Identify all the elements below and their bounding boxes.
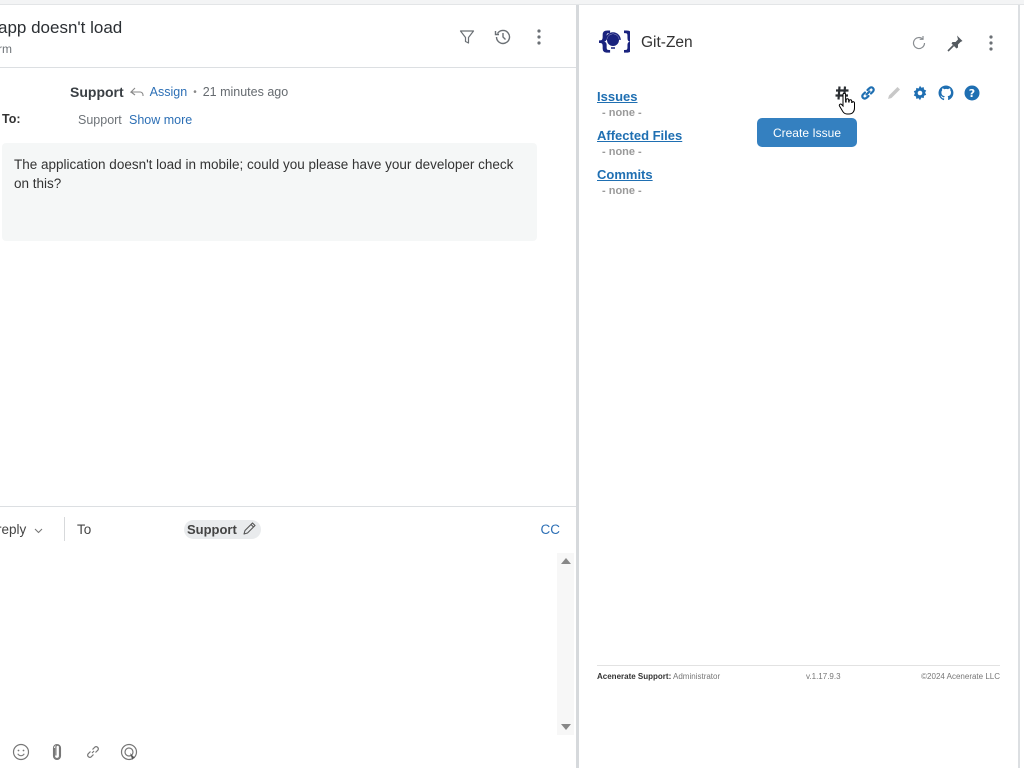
footer-user: Acenerate Support: Administrator: [597, 672, 720, 681]
scroll-down-arrow[interactable]: [561, 724, 571, 730]
show-more-link[interactable]: Show more: [129, 113, 192, 127]
recipient-chip[interactable]: Support: [184, 520, 261, 539]
issues-empty: - none -: [602, 107, 642, 119]
divider: [64, 517, 65, 541]
reply-type-label: reply: [0, 522, 27, 537]
git-zen-panel: { } Git-Zen Issues - none - Affected Fil…: [579, 5, 1019, 768]
editor-scrollbar[interactable]: [557, 553, 574, 735]
reply-type-dropdown[interactable]: reply: [0, 522, 43, 537]
recipient-name: Support: [187, 522, 237, 537]
commits-empty: - none -: [602, 185, 642, 197]
ticket-title: app doesn't load: [0, 18, 123, 37]
affected-files-link[interactable]: Affected Files: [597, 128, 682, 143]
footer-version: v.1.17.9.3: [806, 672, 841, 681]
ticket-header: app doesn't load rm: [0, 5, 576, 68]
reply-arrow-icon: [129, 85, 144, 100]
create-issue-button[interactable]: Create Issue: [757, 118, 857, 147]
affected-files-empty: - none -: [602, 146, 642, 158]
compose-toolbar: [12, 743, 138, 761]
hash-icon[interactable]: [833, 84, 851, 102]
ticket-panel: app doesn't load rm Support Assign • 21 …: [0, 5, 576, 768]
refresh-icon[interactable]: [909, 33, 929, 53]
message-meta: Support Assign • 21 minutes ago: [70, 84, 288, 100]
cc-link[interactable]: CC: [541, 522, 561, 537]
right-edge-border: [1018, 5, 1020, 768]
svg-text:?: ?: [969, 87, 975, 100]
link-icon[interactable]: [84, 743, 102, 761]
link-icon[interactable]: [859, 84, 877, 102]
footer-role: Administrator: [673, 672, 721, 681]
pin-icon[interactable]: [945, 33, 965, 53]
assign-link[interactable]: Assign: [150, 85, 188, 99]
footer-org: Acenerate Support:: [597, 672, 672, 681]
commits-link[interactable]: Commits: [597, 167, 653, 182]
footer-divider: [597, 665, 1000, 666]
to-recipient: Support: [78, 113, 122, 127]
chevron-down-icon: [34, 522, 43, 537]
mention-icon[interactable]: [120, 743, 138, 761]
to-label: To:: [2, 112, 21, 126]
emoji-icon[interactable]: [12, 743, 30, 761]
attachment-icon[interactable]: [48, 743, 66, 761]
more-vertical-icon[interactable]: [981, 33, 1001, 53]
filter-icon[interactable]: [457, 27, 477, 47]
reply-to-label: To: [77, 522, 92, 537]
separator-dot: •: [193, 86, 197, 98]
history-icon[interactable]: [493, 27, 513, 47]
footer-copyright: ©2024 Acenerate LLC: [921, 672, 1000, 681]
message-time: 21 minutes ago: [202, 85, 289, 99]
scroll-up-arrow[interactable]: [561, 558, 571, 564]
svg-text:}: }: [621, 27, 630, 55]
pencil-icon[interactable]: [242, 521, 257, 539]
issues-link[interactable]: Issues: [597, 89, 637, 104]
more-vertical-icon[interactable]: [529, 27, 549, 47]
github-icon[interactable]: [937, 84, 955, 102]
git-zen-logo-icon: { }: [596, 27, 638, 55]
pencil-icon: [885, 84, 903, 102]
message-author: Support: [70, 84, 124, 100]
gear-icon[interactable]: [911, 84, 929, 102]
app-title: Git-Zen: [641, 34, 693, 51]
message-body: The application doesn't load in mobile; …: [2, 143, 537, 241]
reply-composer: reply To Support CC: [0, 506, 576, 768]
ticket-subtitle: rm: [0, 42, 12, 56]
help-icon[interactable]: ?: [963, 84, 981, 102]
